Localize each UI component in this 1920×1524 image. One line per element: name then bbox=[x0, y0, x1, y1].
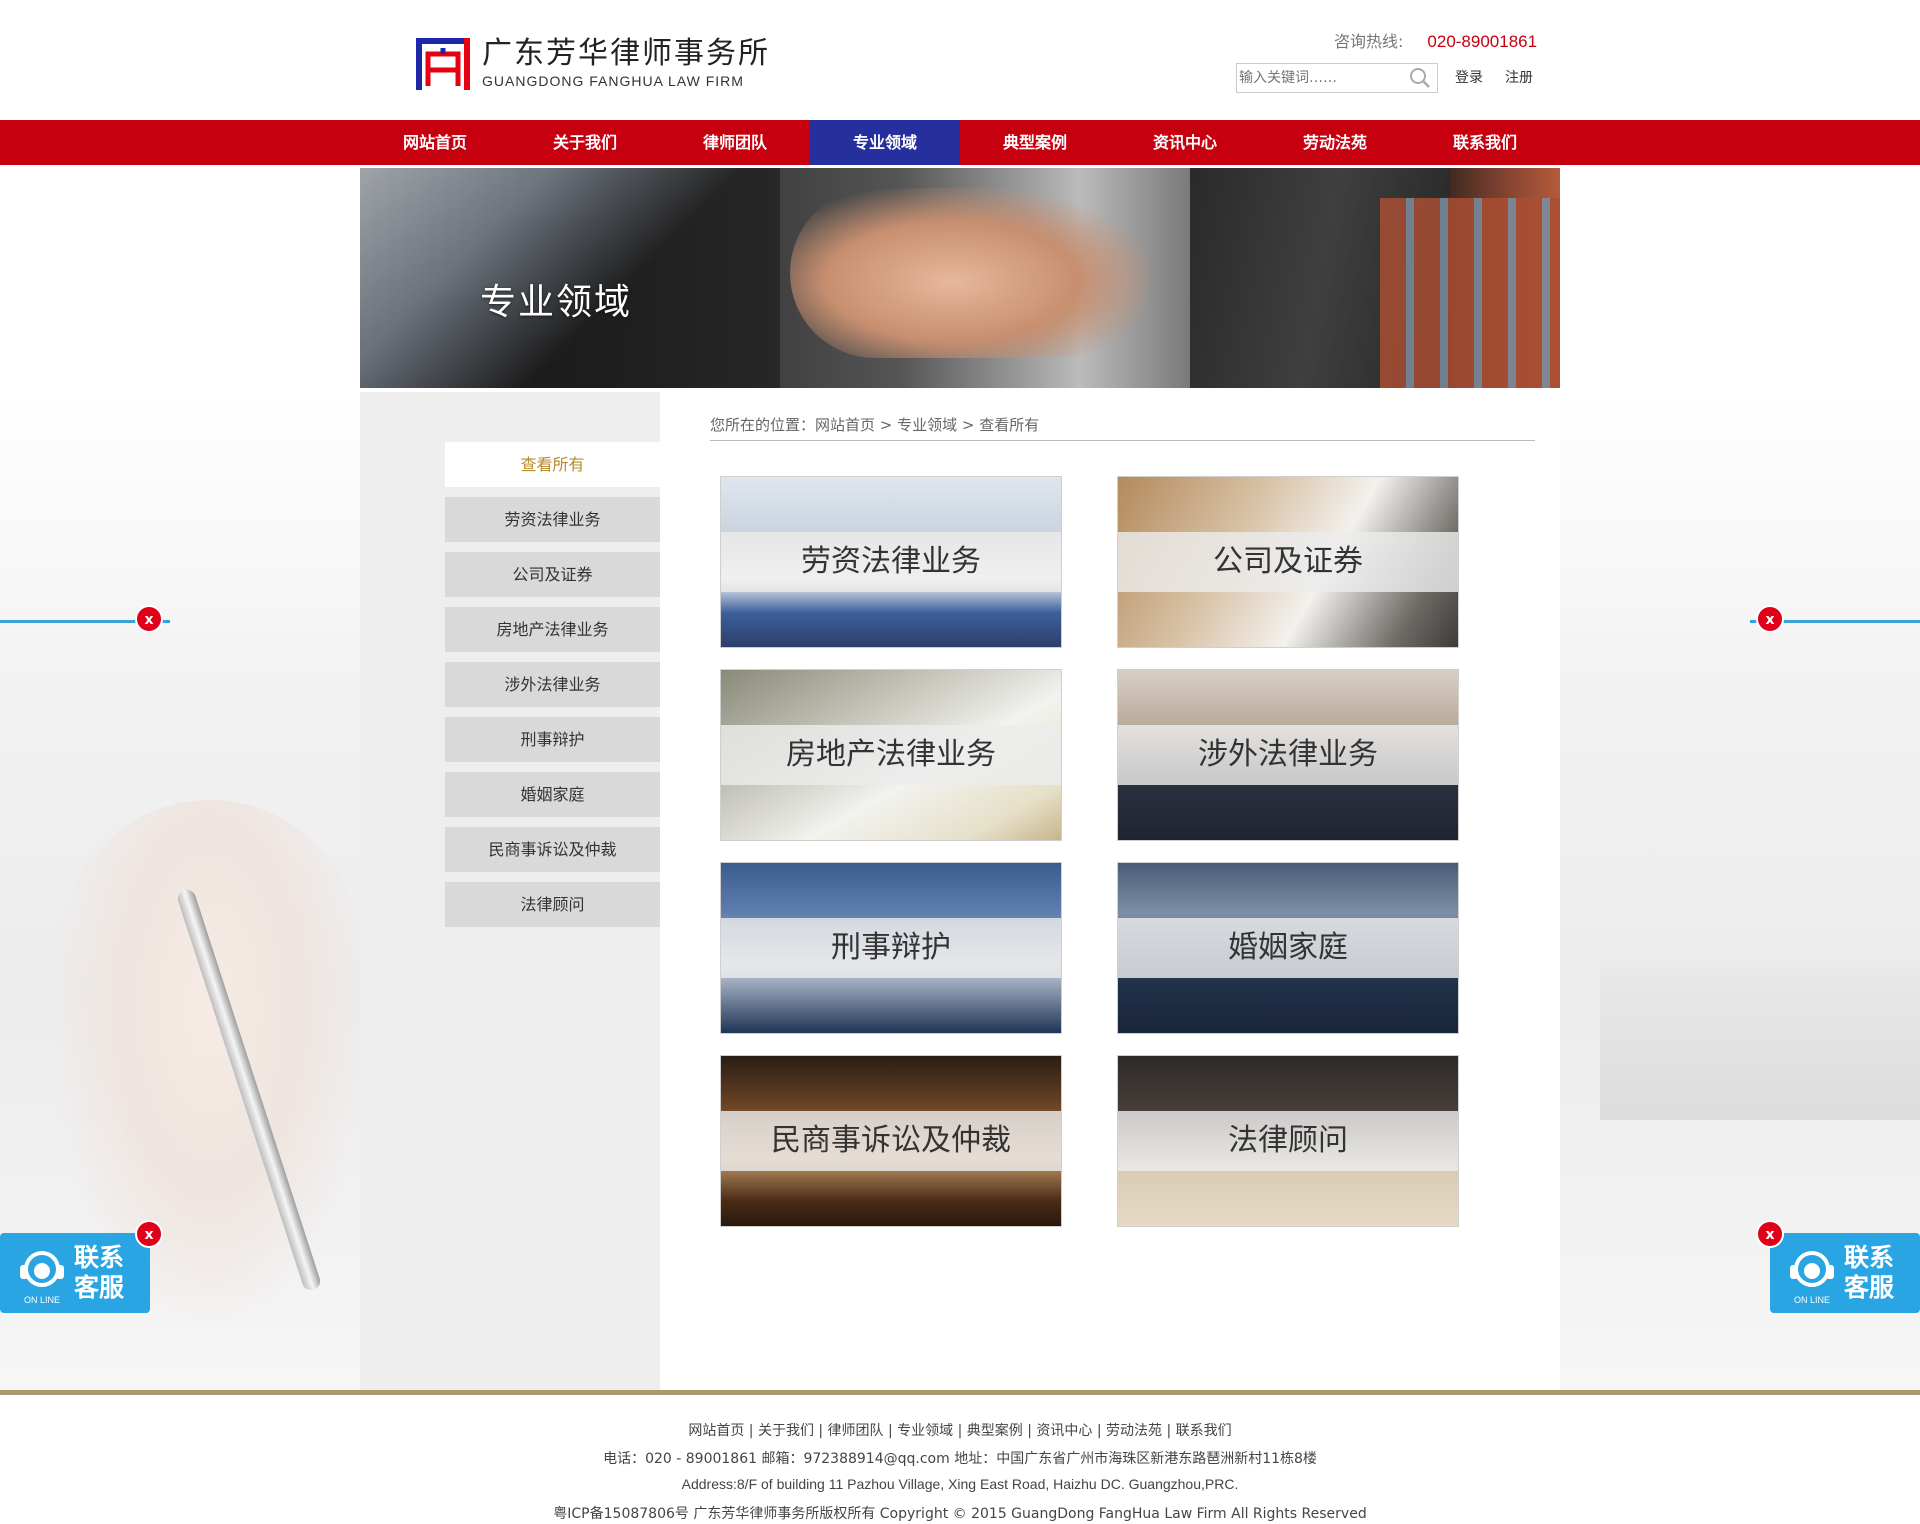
sidebar-item-criminal[interactable]: 刑事辩护 bbox=[445, 717, 660, 762]
footer-copyright: 粤ICP备15087806号 广东芳华律师事务所版权所有 Copyright ©… bbox=[553, 1506, 1367, 1522]
footer-links[interactable]: 网站首页 | 关于我们 | 律师团队 | 专业领域 | 典型案例 | 资讯中心 … bbox=[0, 1420, 1920, 1440]
kefu-online-label: ON LINE bbox=[24, 1295, 61, 1305]
sidebar-item-counsel[interactable]: 法律顾问 bbox=[445, 882, 660, 927]
sidebar-item-corporate[interactable]: 公司及证券 bbox=[445, 552, 660, 597]
left-customer-service-button[interactable]: ON LINE 联系客服 bbox=[0, 1233, 150, 1313]
right-top-close-button[interactable]: x bbox=[1756, 605, 1784, 633]
card-counsel[interactable]: 法律顾问 bbox=[1117, 1055, 1459, 1227]
left-kefu-close-button[interactable]: x bbox=[135, 1220, 163, 1248]
right-kefu-close-button[interactable]: x bbox=[1756, 1220, 1784, 1248]
nav-item-home[interactable]: 网站首页 bbox=[360, 120, 510, 165]
kefu-label: 联系客服 bbox=[1844, 1243, 1895, 1302]
logo-mark-icon bbox=[414, 34, 472, 92]
sidebar-item-family[interactable]: 婚姻家庭 bbox=[445, 772, 660, 817]
card-label: 民商事诉讼及仲裁 bbox=[771, 1123, 1011, 1158]
card-label: 刑事辩护 bbox=[831, 930, 951, 965]
sidebar-item-litigation[interactable]: 民商事诉讼及仲裁 bbox=[445, 827, 660, 872]
banner-building-image bbox=[1380, 198, 1560, 388]
logo-chinese-name: 广东芳华律师事务所 bbox=[482, 36, 770, 71]
sidebar-menu: 查看所有 劳资法律业务 公司及证券 房地产法律业务 涉外法律业务 刑事辩护 婚姻… bbox=[445, 442, 660, 937]
main-nav: 网站首页 关于我们 律师团队 专业领域 典型案例 资讯中心 劳动法苑 联系我们 bbox=[0, 120, 1920, 165]
sidebar-item-foreign[interactable]: 涉外法律业务 bbox=[445, 662, 660, 707]
footer-contact: 电话：020 - 89001861 邮箱：972388914@qq.com 地址… bbox=[603, 1451, 1317, 1467]
right-customer-service-button[interactable]: ON LINE 联系客服 bbox=[1770, 1233, 1920, 1313]
main-content: 查看所有 劳资法律业务 公司及证券 房地产法律业务 涉外法律业务 刑事辩护 婚姻… bbox=[360, 392, 1560, 1392]
logo-english-name: GUANGDONG FANGHUA LAW FIRM bbox=[482, 73, 744, 89]
card-criminal[interactable]: 刑事辩护 bbox=[720, 862, 1062, 1034]
card-label: 涉外法律业务 bbox=[1198, 737, 1378, 772]
register-link[interactable]: 注册 bbox=[1505, 67, 1533, 87]
card-labor[interactable]: 劳资法律业务 bbox=[720, 476, 1062, 648]
nav-item-cases[interactable]: 典型案例 bbox=[960, 120, 1110, 165]
kefu-label: 联系客服 bbox=[74, 1243, 125, 1302]
card-foreign[interactable]: 涉外法律业务 bbox=[1117, 669, 1459, 841]
site-footer: 网站首页 | 关于我们 | 律师团队 | 专业领域 | 典型案例 | 资讯中心 … bbox=[0, 1390, 1920, 1524]
banner-handshake-image bbox=[790, 188, 1150, 358]
card-label: 劳资法律业务 bbox=[801, 544, 981, 579]
card-litigation[interactable]: 民商事诉讼及仲裁 bbox=[720, 1055, 1062, 1227]
hotline-number: 020-89001861 bbox=[1427, 32, 1538, 51]
nav-item-labor-law[interactable]: 劳动法苑 bbox=[1260, 120, 1410, 165]
card-label: 婚姻家庭 bbox=[1228, 930, 1348, 965]
sidebar-item-real-estate[interactable]: 房地产法律业务 bbox=[445, 607, 660, 652]
hotline-label: 咨询热线: bbox=[1334, 32, 1404, 51]
footer-address-en: Address:8/F of building 11 Pazhou Villag… bbox=[681, 1476, 1239, 1492]
search-icon[interactable] bbox=[1407, 65, 1433, 91]
left-top-close-button[interactable]: x bbox=[135, 605, 163, 633]
sidebar: 查看所有 劳资法律业务 公司及证券 房地产法律业务 涉外法律业务 刑事辩护 婚姻… bbox=[360, 392, 660, 1392]
search-box bbox=[1236, 63, 1438, 93]
card-corporate[interactable]: 公司及证券 bbox=[1117, 476, 1459, 648]
site-header: 广东芳华律师事务所 GUANGDONG FANGHUA LAW FIRM 咨询热… bbox=[0, 0, 1920, 120]
sidebar-item-view-all[interactable]: 查看所有 bbox=[445, 442, 660, 487]
nav-item-about[interactable]: 关于我们 bbox=[510, 120, 660, 165]
hotline: 咨询热线: 020-89001861 bbox=[1334, 28, 1537, 52]
headset-icon bbox=[1784, 1245, 1840, 1295]
sidebar-item-labor[interactable]: 劳资法律业务 bbox=[445, 497, 660, 542]
nav-item-contact[interactable]: 联系我们 bbox=[1410, 120, 1560, 165]
nav-item-practice-areas[interactable]: 专业领域 bbox=[810, 120, 960, 165]
nav-item-team[interactable]: 律师团队 bbox=[660, 120, 810, 165]
card-label: 房地产法律业务 bbox=[786, 737, 996, 772]
search-input[interactable] bbox=[1237, 65, 1407, 91]
card-label: 公司及证券 bbox=[1213, 544, 1363, 579]
page-banner: 专业领域 bbox=[360, 168, 1560, 388]
card-label: 法律顾问 bbox=[1228, 1123, 1348, 1158]
background-books-image bbox=[1600, 960, 1920, 1120]
breadcrumb: 您所在的位置：网站首页 > 专业领域 > 查看所有 bbox=[710, 414, 1535, 441]
kefu-online-label: ON LINE bbox=[1794, 1295, 1831, 1305]
user-links: 登录 注册 bbox=[1455, 67, 1533, 87]
banner-title: 专业领域 bbox=[480, 282, 633, 323]
headset-icon bbox=[14, 1245, 70, 1295]
card-real-estate[interactable]: 房地产法律业务 bbox=[720, 669, 1062, 841]
site-logo[interactable]: 广东芳华律师事务所 GUANGDONG FANGHUA LAW FIRM bbox=[414, 33, 770, 93]
login-link[interactable]: 登录 bbox=[1455, 67, 1483, 87]
card-family[interactable]: 婚姻家庭 bbox=[1117, 862, 1459, 1034]
nav-item-news[interactable]: 资讯中心 bbox=[1110, 120, 1260, 165]
